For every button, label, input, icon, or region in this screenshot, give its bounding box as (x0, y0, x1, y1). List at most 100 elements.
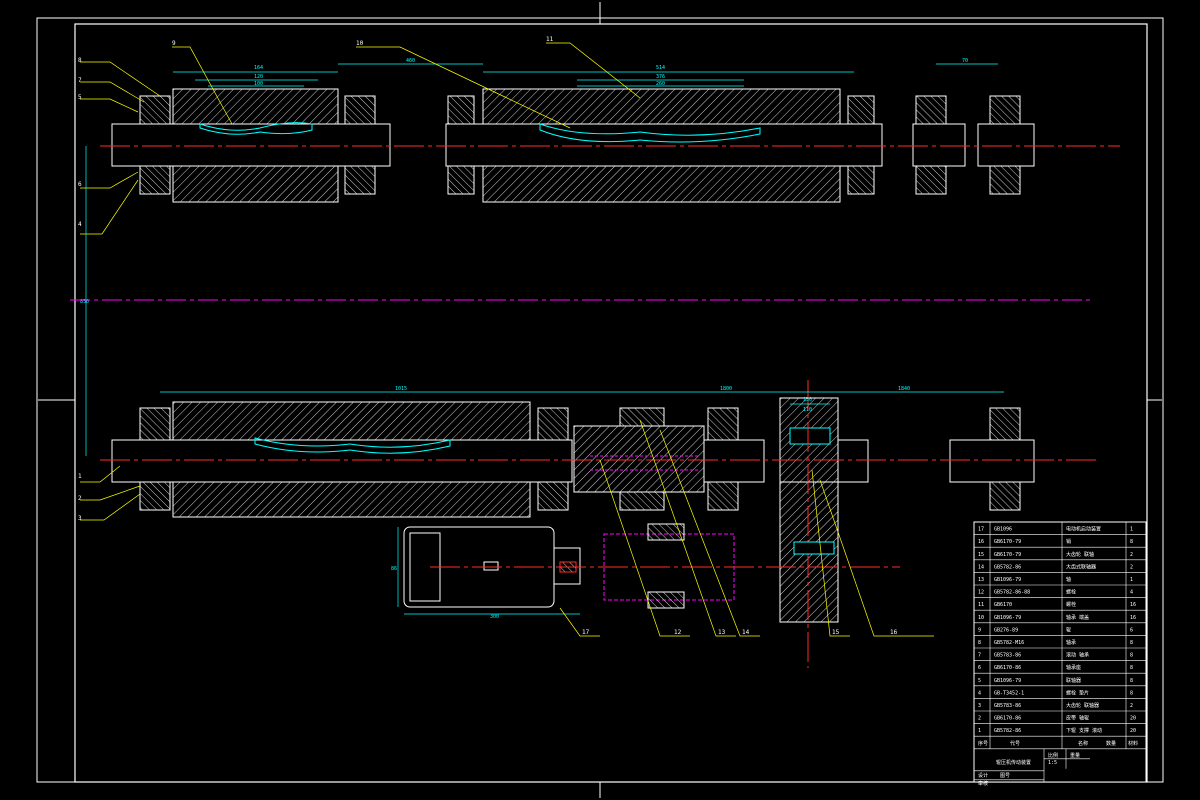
parts-row-qty: 8 (1130, 640, 1133, 646)
bearing-12 (989, 165, 1021, 195)
top-shaft-right-a (912, 123, 966, 167)
top-shaft-right-b (977, 123, 1035, 167)
bearing-1 (139, 95, 171, 125)
parts-row-name: 皮带 轴辊 (1066, 715, 1089, 722)
parts-row-no: 15 (978, 552, 984, 558)
part-label-12: 12 (674, 629, 682, 636)
gear-hub (837, 439, 869, 483)
part-label-13: 13 (718, 629, 726, 636)
dim-text-8: 70 (962, 58, 968, 64)
bottom-shaft-mid (703, 439, 765, 483)
dim-text-2: 120 (254, 74, 263, 80)
parts-row-name: 下辊 支撑 滚动 (1066, 727, 1102, 734)
parts-row-code: GB1096-79 (994, 615, 1021, 621)
parts-row-no: 12 (978, 590, 984, 596)
parts-row-qty: 20 (1130, 728, 1136, 734)
dim-text-m2: 86 (391, 566, 397, 572)
dim-text-3: 100 (254, 81, 263, 87)
bearing-8 (847, 165, 875, 195)
dim-text-b1: 1015 (395, 386, 407, 392)
drawing-title: 辊压机传动装置 (996, 759, 1031, 766)
bearing-2 (139, 165, 171, 195)
reducer-top-bolt (647, 523, 685, 541)
parts-row-code: GB6170-79 (994, 552, 1021, 558)
designer-label: 设计 (978, 772, 988, 779)
leader-3 (80, 493, 141, 521)
parts-row-qty: 2 (1130, 703, 1133, 709)
dim-text-b4: 130 (803, 397, 812, 403)
parts-row-qty: 20 (1130, 716, 1136, 722)
parts-header-code: 代号 (1010, 740, 1020, 747)
parts-row-no: 11 (978, 602, 984, 608)
scale-label: 比例 (1048, 752, 1058, 759)
checker-label: 审核 (978, 780, 988, 787)
parts-row-no: 9 (978, 627, 981, 633)
top-roller-left-upper (172, 88, 339, 125)
parts-row-qty: 8 (1130, 539, 1133, 545)
parts-row-qty: 2 (1130, 552, 1133, 558)
parts-row-name: 辊 (1066, 626, 1071, 633)
part-label-8: 8 (78, 57, 82, 64)
parts-row-qty: 8 (1130, 653, 1133, 659)
parts-row-name: 螺栓 (1066, 601, 1076, 608)
parts-row-code: GB5783-86 (994, 653, 1021, 659)
top-roller-assembly: 164 120 100 460 514 376 260 70 8 7 5 6 4… (78, 36, 1120, 235)
parts-row-no: 14 (978, 564, 984, 570)
parts-row-code: GB6170 (994, 602, 1012, 608)
parts-row-code: GB5782-M16 (994, 640, 1024, 646)
dim-text-6: 376 (656, 74, 665, 80)
dim-text-7: 260 (656, 81, 665, 87)
bearing-9 (915, 95, 947, 125)
scale-value: 1:5 (1048, 760, 1057, 766)
bearing-18 (707, 481, 739, 511)
part-label-6: 6 (78, 181, 82, 188)
dim-text-5: 514 (656, 65, 665, 71)
bearing-10 (915, 165, 947, 195)
coupling-body (573, 425, 705, 493)
parts-header-name: 名称 (1078, 740, 1088, 747)
part-label-1: 1 (78, 473, 82, 480)
coupling-top (619, 407, 665, 427)
parts-row-name: 联轴器 (1066, 677, 1081, 684)
parts-row-name: 轴承 (1066, 639, 1076, 646)
parts-row-code: GB6170-86 (994, 716, 1021, 722)
dim-text-4: 460 (406, 58, 415, 64)
bearing-4 (344, 165, 376, 195)
bearing-6 (447, 165, 475, 195)
parts-row-name: 大齿式联轴器 (1066, 563, 1096, 570)
coupling-bottom (619, 491, 665, 511)
parts-row-qty: 8 (1130, 690, 1133, 696)
parts-row-no: 6 (978, 665, 981, 671)
parts-row-code: GB6170-79 (994, 539, 1021, 545)
leader-2 (80, 485, 141, 501)
dim-text-m1: 300 (490, 614, 499, 620)
part-label-15: 15 (832, 629, 840, 636)
parts-row-no: 17 (978, 527, 984, 533)
dim-text-b5: 110 (803, 407, 812, 413)
parts-row-qty: 8 (1130, 678, 1133, 684)
gear-keyway (789, 427, 831, 445)
bearing-15 (537, 407, 569, 441)
bearing-5 (447, 95, 475, 125)
parts-row-name: 轴承座 (1066, 664, 1081, 671)
part-label-3: 3 (78, 515, 82, 522)
parts-row-code: GB6170-86 (994, 665, 1021, 671)
gear-lower-keyway (793, 541, 835, 555)
part-label-4: 4 (78, 221, 82, 228)
parts-row-no: 1 (978, 728, 981, 734)
part-label-7: 7 (78, 77, 82, 84)
part-label-17: 17 (582, 629, 590, 636)
parts-row-name: 螺栓 (1066, 589, 1076, 596)
top-shaft-middle (445, 123, 883, 167)
bearing-17 (707, 407, 739, 441)
bottom-roller-assembly: 1015 1800 1840 130 110 1 2 3 (78, 380, 1100, 668)
parts-row-name: 销 (1066, 538, 1071, 545)
bottom-shaft-left (111, 439, 573, 483)
reducer-bottom-bolt (647, 591, 685, 609)
part-label-5: 5 (78, 94, 82, 101)
parts-row-no: 13 (978, 577, 984, 583)
dim-text-b2: 1800 (720, 386, 732, 392)
part-label-9: 9 (172, 40, 176, 47)
top-roller-main-lower (482, 165, 841, 203)
parts-row-no: 5 (978, 678, 981, 684)
